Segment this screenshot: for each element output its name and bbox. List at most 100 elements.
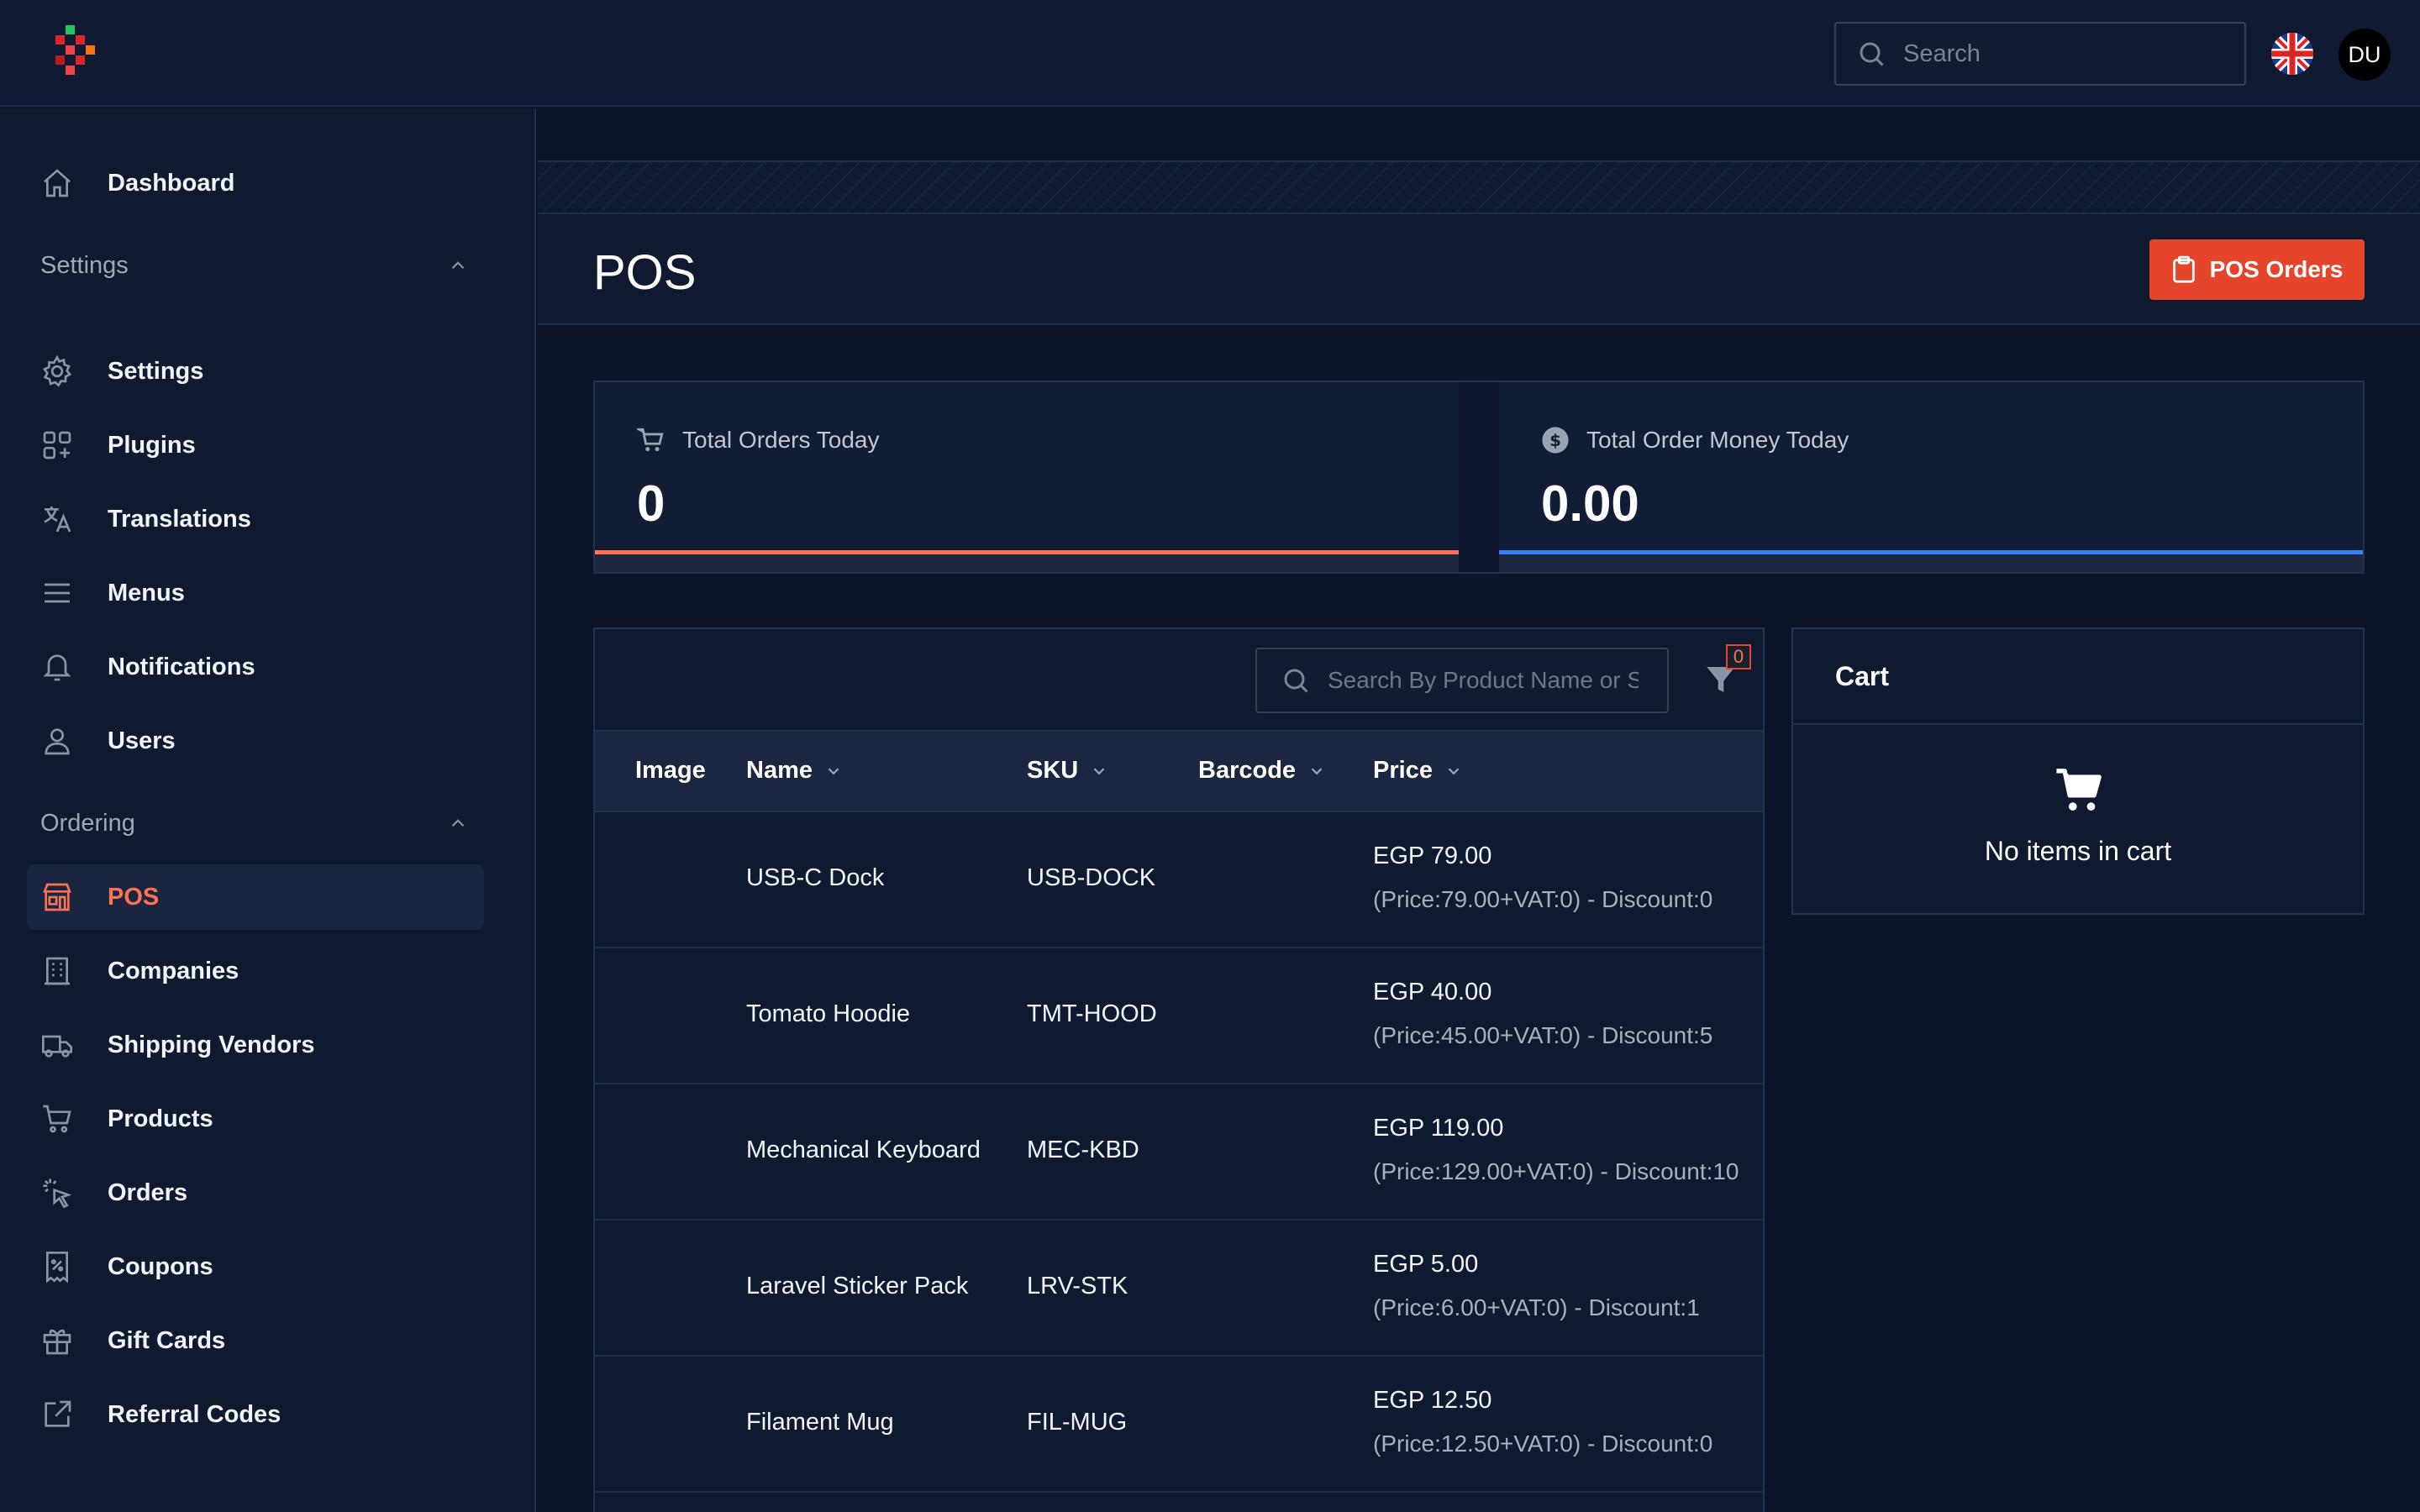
stat-card-footer bbox=[1499, 554, 2363, 572]
column-header-label: Image bbox=[635, 757, 706, 784]
product-search-input[interactable]: Search By Product Name or SKU bbox=[1255, 648, 1669, 713]
product-name: Filament Mug bbox=[746, 1409, 894, 1436]
product-name: Tomato Hoodie bbox=[746, 1000, 911, 1027]
sidebar-group-settings[interactable]: Settings bbox=[40, 244, 469, 286]
product-sku: USB-DOCK bbox=[1027, 864, 1156, 891]
sidebar-item-orders[interactable]: Orders bbox=[27, 1160, 484, 1226]
sidebar: Dashboard Settings Settings Plugins Tran… bbox=[0, 108, 536, 1512]
cart-icon bbox=[2056, 769, 2102, 811]
stat-card-footer bbox=[595, 554, 1459, 572]
cart-header: Cart bbox=[1793, 629, 2363, 725]
product-search-placeholder: Search By Product Name or SKU bbox=[1328, 667, 1639, 693]
product-sku: FIL-MUG bbox=[1027, 1409, 1128, 1436]
table-row[interactable]: Tomato Hoodie TMT-HOOD EGP 40.00 (Price:… bbox=[595, 948, 1763, 1084]
sidebar-item-translations[interactable]: Translations bbox=[27, 486, 484, 552]
table-row[interactable]: Mechanical Keyboard MEC-KBD EGP 119.00 (… bbox=[595, 1084, 1763, 1221]
product-sku: MEC-KBD bbox=[1027, 1137, 1139, 1163]
stat-label: Total Orders Today bbox=[682, 427, 880, 453]
column-header-label: Barcode bbox=[1198, 757, 1297, 784]
products-table-panel: Search By Product Name or SKU 0 Image Na… bbox=[593, 627, 1765, 1512]
sidebar-item-label: Plugins bbox=[108, 431, 196, 459]
product-price-detail: (Price:6.00+VAT:0) - Discount:1 bbox=[1373, 1294, 1700, 1320]
sidebar-item-notifications[interactable]: Notifications bbox=[27, 634, 484, 700]
cart-icon bbox=[637, 428, 664, 452]
product-sku: TMT-HOOD bbox=[1027, 1000, 1157, 1027]
sidebar-item-shipping-vendors[interactable]: Shipping Vendors bbox=[27, 1012, 484, 1078]
cart-panel: Cart No items in cart bbox=[1791, 627, 2365, 915]
language-flag-icon[interactable] bbox=[2271, 33, 2313, 75]
stat-value: 0 bbox=[637, 475, 666, 532]
pos-orders-button[interactable]: POS Orders bbox=[2149, 239, 2365, 300]
column-header-name[interactable]: Name bbox=[746, 757, 843, 785]
dollar-icon: $ bbox=[1542, 427, 1569, 454]
product-price: EGP 40.00 bbox=[1373, 979, 1492, 1005]
column-header-image: Image bbox=[635, 757, 706, 785]
sidebar-item-label: Dashboard bbox=[108, 169, 235, 197]
pos-orders-button-label: POS Orders bbox=[2209, 256, 2344, 282]
sidebar-item-gift-cards[interactable]: Gift Cards bbox=[27, 1308, 484, 1373]
sidebar-item-companies[interactable]: Companies bbox=[27, 938, 484, 1004]
column-header-barcode[interactable]: Barcode bbox=[1198, 757, 1326, 785]
app-logo[interactable] bbox=[55, 25, 106, 84]
truck-icon bbox=[40, 1028, 74, 1062]
sidebar-item-label: Gift Cards bbox=[108, 1326, 226, 1354]
sidebar-item-label: Referral Codes bbox=[108, 1400, 281, 1428]
page-header: POS POS Orders bbox=[538, 214, 2420, 325]
column-header-label: SKU bbox=[1027, 757, 1079, 784]
table-row[interactable]: Laravel Sticker Pack LRV-STK EGP 5.00 (P… bbox=[595, 1221, 1763, 1357]
product-name: USB-C Dock bbox=[746, 864, 885, 891]
shopping-cart-icon bbox=[40, 1102, 74, 1136]
product-price: EGP 12.50 bbox=[1373, 1387, 1492, 1414]
user-icon bbox=[40, 724, 74, 758]
translate-icon bbox=[40, 502, 74, 536]
page-title: POS bbox=[593, 245, 697, 300]
product-name: Mechanical Keyboard bbox=[746, 1137, 981, 1163]
sidebar-item-referral-codes[interactable]: Referral Codes bbox=[27, 1382, 484, 1447]
svg-text:$: $ bbox=[1549, 431, 1561, 450]
product-price-detail: (Price:12.50+VAT:0) - Discount:0 bbox=[1373, 1431, 1713, 1457]
product-price: EGP 5.00 bbox=[1373, 1251, 1479, 1278]
sidebar-item-label: Products bbox=[108, 1105, 213, 1132]
bell-icon bbox=[40, 650, 74, 684]
chevron-down-icon bbox=[828, 767, 839, 774]
sidebar-item-products[interactable]: Products bbox=[27, 1086, 484, 1152]
sidebar-item-pos[interactable]: POS bbox=[27, 864, 484, 930]
sidebar-item-users[interactable]: Users bbox=[27, 708, 484, 774]
sidebar-item-label: Orders bbox=[108, 1179, 188, 1206]
sidebar-item-plugins[interactable]: Plugins bbox=[27, 412, 484, 478]
search-icon bbox=[1284, 669, 1308, 693]
sidebar-group-label: Settings bbox=[40, 251, 129, 279]
cart-title: Cart bbox=[1835, 661, 1890, 691]
column-header-price[interactable]: Price bbox=[1373, 757, 1463, 785]
storefront-icon bbox=[40, 880, 74, 914]
column-header-label: Price bbox=[1373, 757, 1433, 784]
table-row[interactable]: Filament Mug FIL-MUG EGP 12.50 (Price:12… bbox=[595, 1357, 1763, 1493]
decorative-stripe-banner bbox=[538, 160, 2420, 214]
stat-card-total-orders: Total Orders Today 0 bbox=[595, 382, 1459, 572]
sidebar-item-label: Shipping Vendors bbox=[108, 1031, 315, 1058]
sidebar-item-dashboard[interactable]: Dashboard bbox=[27, 150, 484, 216]
sidebar-item-coupons[interactable]: Coupons bbox=[27, 1234, 484, 1299]
gift-icon bbox=[40, 1324, 74, 1357]
sidebar-item-label: Coupons bbox=[108, 1252, 213, 1280]
building-icon bbox=[40, 954, 74, 988]
sidebar-group-label: Ordering bbox=[40, 809, 135, 837]
column-header-sku[interactable]: SKU bbox=[1027, 757, 1108, 785]
menu-lines-icon bbox=[40, 576, 74, 610]
sidebar-item-settings[interactable]: Settings bbox=[27, 339, 484, 404]
sidebar-item-menus[interactable]: Menus bbox=[27, 560, 484, 626]
table-row[interactable]: USB-C Dock USB-DOCK EGP 79.00 (Price:79.… bbox=[595, 812, 1763, 948]
column-header-label: Name bbox=[746, 757, 813, 784]
chevron-up-icon bbox=[451, 819, 465, 827]
global-search-input[interactable]: Search bbox=[1834, 22, 2246, 86]
filter-count-badge: 0 bbox=[1726, 644, 1751, 669]
receipt-percent-icon bbox=[40, 1250, 74, 1284]
sidebar-item-label: POS bbox=[108, 883, 160, 911]
sidebar-item-label: Companies bbox=[108, 957, 239, 984]
user-avatar[interactable]: DU bbox=[2338, 29, 2391, 81]
sidebar-item-label: Notifications bbox=[108, 653, 255, 680]
stat-card-total-money: $ Total Order Money Today 0.00 bbox=[1499, 382, 2363, 572]
product-price-detail: (Price:129.00+VAT:0) - Discount:10 bbox=[1373, 1158, 1739, 1184]
search-icon bbox=[1860, 42, 1884, 66]
sidebar-group-ordering[interactable]: Ordering bbox=[40, 802, 469, 844]
